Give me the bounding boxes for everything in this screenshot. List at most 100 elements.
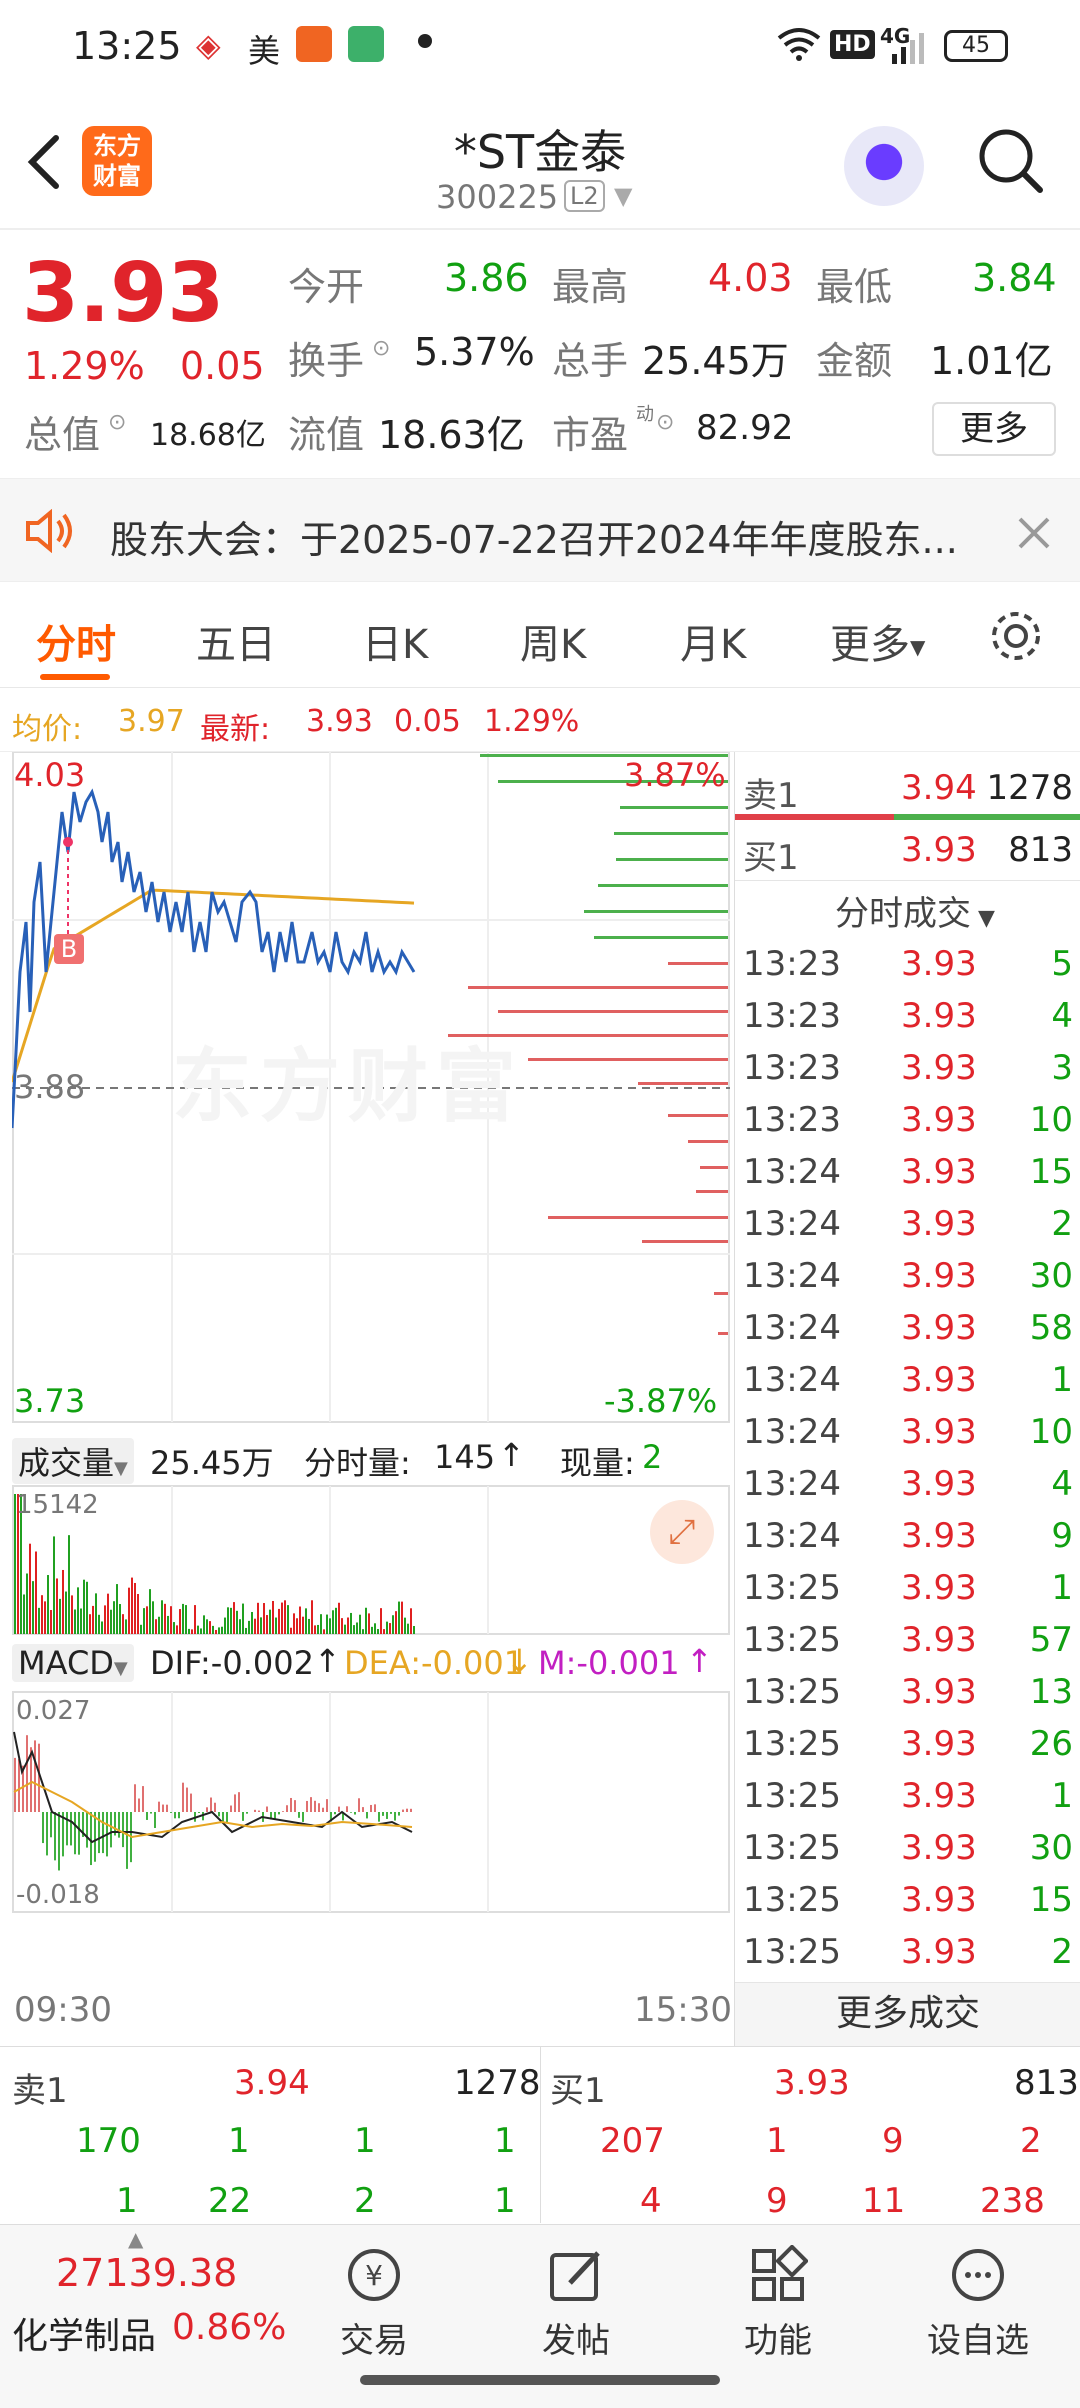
expand-icon[interactable]: ⤢ xyxy=(650,1500,714,1564)
volume-bar xyxy=(338,1602,340,1634)
info-icon[interactable]: ⊙ xyxy=(108,410,126,435)
trade-row: 13:23 3.93 3 xyxy=(743,1042,1073,1094)
macd-bar xyxy=(398,1812,400,1816)
dif-value: DIF:-0.002 xyxy=(150,1644,314,1682)
bottom-sell-label: 卖1 xyxy=(12,2071,68,2111)
volume-bar xyxy=(98,1614,100,1634)
latest-change: 0.05 xyxy=(394,704,461,739)
macd-bar xyxy=(334,1812,336,1815)
signal-icon xyxy=(892,33,924,64)
back-icon[interactable] xyxy=(24,132,64,192)
order-queue-item: 1 xyxy=(766,2121,788,2161)
trade-volume: 26 xyxy=(1029,1724,1073,1764)
trade-time: 13:24 xyxy=(743,1204,841,1244)
volume-bar xyxy=(254,1618,256,1634)
macd-bar xyxy=(26,1735,28,1812)
nav-post[interactable]: 发帖 xyxy=(496,2245,656,2362)
prev-close-label: 3.88 xyxy=(14,1068,86,1106)
dropdown-icon[interactable]: ▼ xyxy=(614,182,632,210)
volume-bar xyxy=(227,1607,229,1634)
volume-bar xyxy=(38,1607,40,1634)
chevron-up-icon[interactable]: ▲ xyxy=(128,2227,143,2251)
robot-assistant-icon[interactable] xyxy=(844,126,924,206)
volume-bar xyxy=(386,1621,388,1634)
dea-value: DEA:-0.001 xyxy=(344,1644,525,1682)
index-value[interactable]: 27139.38 xyxy=(56,2251,237,2295)
trade-detail-selector[interactable]: 分时成交 ▼ xyxy=(835,886,995,935)
close-icon[interactable] xyxy=(1016,515,1052,551)
nav-add-watchlist[interactable]: 设自选 xyxy=(898,2245,1058,2362)
tab-daily-k[interactable]: 日K xyxy=(362,612,428,670)
bottom-buy-price: 3.93 xyxy=(774,2063,850,2103)
amount-value: 1.01亿 xyxy=(930,339,1053,383)
trade-time: 13:24 xyxy=(743,1256,841,1296)
svg-text:¥: ¥ xyxy=(365,2259,383,2292)
volume-bar xyxy=(260,1617,262,1634)
settings-gear-icon[interactable] xyxy=(988,608,1044,664)
top-price-label: 4.03 xyxy=(14,756,86,794)
trade-time: 13:24 xyxy=(743,1308,841,1348)
volume-indicator-select[interactable]: 成交量▼ xyxy=(12,1438,134,1484)
tab-monthly-k[interactable]: 月K xyxy=(680,612,746,670)
buy-marker-badge[interactable]: B xyxy=(54,934,84,964)
trade-row: 13:24 3.93 58 xyxy=(743,1302,1073,1354)
status-bar: 13:25 ◈ 美 HD 4G 45 xyxy=(0,0,1080,96)
volume-bar xyxy=(284,1600,286,1634)
bottom-pct-label: -3.87% xyxy=(604,1382,718,1420)
macd-bar xyxy=(42,1812,44,1844)
volume-bar xyxy=(302,1616,304,1634)
trade-price: 3.93 xyxy=(901,1932,977,1972)
macd-bar xyxy=(234,1794,236,1812)
grid-function-icon xyxy=(752,2245,808,2301)
bottom-nav: ▲ 27139.38 化学制品 0.86% ¥ 交易 发帖 功能 设自选 xyxy=(0,2224,1080,2408)
macd-bar xyxy=(306,1800,308,1812)
tab-more[interactable]: 更多▼ xyxy=(830,612,925,670)
macd-top-label: 0.027 xyxy=(16,1696,91,1726)
notice-bar[interactable]: 股东大会：于2025-07-22召开2024年年度股东... xyxy=(0,478,1080,582)
high-value: 4.03 xyxy=(708,256,793,300)
volume-bar xyxy=(110,1609,112,1634)
nav-trade[interactable]: ¥ 交易 xyxy=(294,2245,454,2362)
trade-price: 3.93 xyxy=(901,1516,977,1556)
trade-time: 13:24 xyxy=(743,1360,841,1400)
search-icon[interactable] xyxy=(976,126,1046,196)
trade-price: 3.93 xyxy=(901,1464,977,1504)
macd-bar xyxy=(286,1805,288,1812)
volume-bar xyxy=(383,1629,385,1634)
trade-volume: 4 xyxy=(1051,996,1073,1036)
info-icon[interactable]: ⊙ xyxy=(372,336,390,361)
depth-bar-red xyxy=(700,1166,728,1169)
index-name[interactable]: 化学制品 xyxy=(12,2307,156,2359)
depth-bar-red xyxy=(688,1140,728,1143)
intraday-chart[interactable]: 东方财富 4.03 3.87% 3.88 3.73 -3.87% B 成交量▼ … xyxy=(10,751,732,2042)
macd-bar xyxy=(226,1812,228,1823)
macd-bar xyxy=(366,1812,368,1819)
volume-bar xyxy=(257,1602,259,1634)
volume-bar xyxy=(377,1629,379,1634)
order-queue-item: 170 xyxy=(76,2121,141,2161)
volume-bar xyxy=(149,1589,151,1634)
macd-indicator-select[interactable]: MACD▼ xyxy=(12,1644,134,1682)
volume-max-label: 15142 xyxy=(16,1490,99,1520)
watermark: 东方财富 xyxy=(172,1040,524,1133)
buy-marker-dot xyxy=(63,837,73,847)
more-trades-button[interactable]: 更多成交 xyxy=(735,1982,1080,2046)
nav-function[interactable]: 功能 xyxy=(698,2245,858,2362)
eastmoney-logo[interactable]: 东方 财富 xyxy=(82,126,152,196)
index-pct[interactable]: 0.86% xyxy=(172,2307,286,2348)
bottom-price-label: 3.73 xyxy=(14,1382,86,1420)
volume-bar xyxy=(239,1619,241,1634)
macd-bar xyxy=(78,1812,80,1855)
level2-badge[interactable]: L2 xyxy=(564,180,605,212)
info-icon[interactable]: ⊙ xyxy=(656,410,674,435)
tab-weekly-k[interactable]: 周K xyxy=(520,612,586,670)
trade-volume: 9 xyxy=(1051,1516,1073,1556)
volume-bar xyxy=(140,1624,142,1634)
tab-five-day[interactable]: 五日 xyxy=(196,612,276,670)
volume-bar xyxy=(41,1595,43,1634)
macd-bar xyxy=(50,1812,52,1838)
tab-minute[interactable]: 分时 xyxy=(36,612,116,670)
more-quote-button[interactable]: 更多 xyxy=(932,402,1056,456)
volume-bar xyxy=(77,1587,79,1634)
depth-bar-green xyxy=(598,884,728,887)
